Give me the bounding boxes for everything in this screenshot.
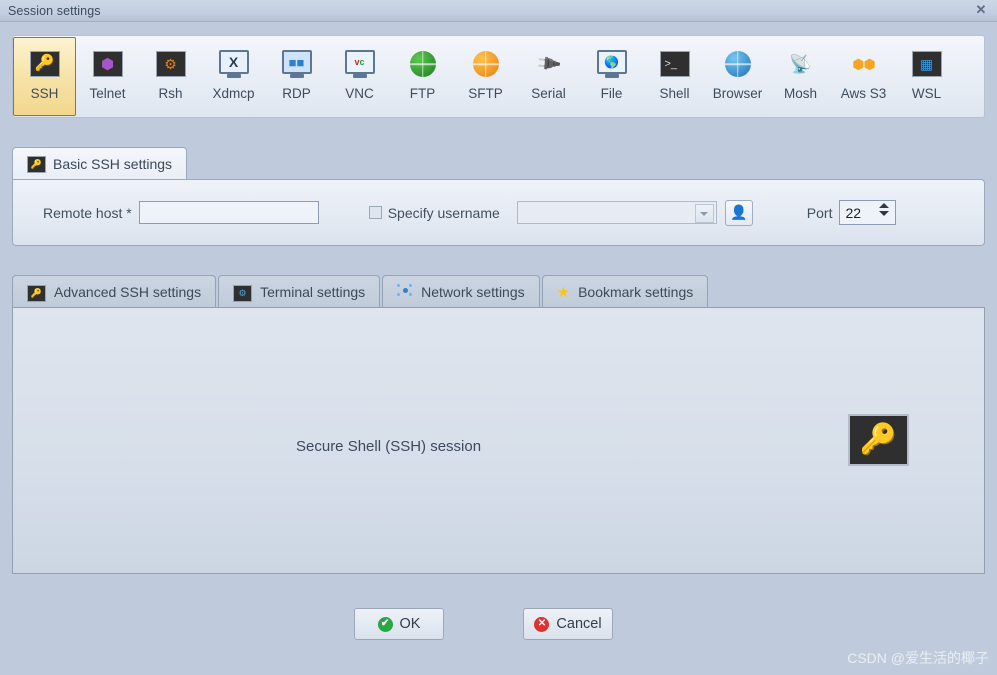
ssh-key-icon: 🔑 xyxy=(29,48,61,80)
protocol-label: SFTP xyxy=(468,86,503,101)
protocol-label: Aws S3 xyxy=(840,86,887,101)
file-monitor-icon: 🌎 xyxy=(596,48,628,80)
basic-settings-tabstrip: 🔑 Basic SSH settings xyxy=(12,147,985,180)
session-description: Secure Shell (SSH) session xyxy=(296,438,482,455)
network-dots-icon xyxy=(397,283,413,301)
serial-plug-icon: 🔌 xyxy=(533,49,563,78)
shell-prompt-icon: >_ xyxy=(659,48,691,80)
protocol-label: Telnet xyxy=(89,86,126,101)
specify-username-checkbox[interactable] xyxy=(368,206,382,219)
xdmcp-x-icon: X xyxy=(218,48,250,80)
telnet-cube-icon: ⬢ xyxy=(92,48,124,80)
ok-button-label: OK xyxy=(399,616,421,632)
port-label: Port xyxy=(806,204,833,221)
chevron-down-icon[interactable] xyxy=(694,204,714,223)
user-key-icon: 👤 xyxy=(730,204,748,220)
protocol-ftp[interactable]: FTP xyxy=(391,37,454,116)
cancel-button[interactable]: ✕ Cancel xyxy=(523,608,613,640)
ftp-globe-icon xyxy=(407,48,439,80)
window-title: Session settings xyxy=(8,3,101,18)
port-stepper[interactable]: 22 xyxy=(839,200,897,225)
protocol-serial[interactable]: 🔌 Serial xyxy=(517,37,580,116)
watermark: CSDN @爱生活的椰子 xyxy=(847,650,989,666)
protocol-label: WSL xyxy=(911,86,942,101)
basic-settings-panel: Remote host * Specify username 👤 Port 22 xyxy=(12,179,985,246)
ssh-key-large-icon: 🔑 xyxy=(848,414,909,466)
spinner-up-icon[interactable] xyxy=(879,203,890,208)
port-spinner-arrows[interactable] xyxy=(879,203,890,216)
tab-network-settings[interactable]: Network settings xyxy=(382,275,540,308)
rdp-windows-icon: ■■ xyxy=(281,48,313,80)
rsh-gears-icon: ⚙ xyxy=(155,48,187,80)
x-circle-icon: ✕ xyxy=(534,616,550,632)
username-combobox[interactable] xyxy=(516,201,717,224)
remote-host-input[interactable] xyxy=(138,201,319,224)
protocol-telnet[interactable]: ⬢ Telnet xyxy=(76,37,139,116)
secondary-tabstrip: 🔑 Advanced SSH settings ⚙ Terminal setti… xyxy=(12,275,709,308)
tab-label: Basic SSH settings xyxy=(53,155,173,172)
protocol-label: SSH xyxy=(30,86,59,101)
tab-label: Bookmark settings xyxy=(578,284,694,300)
protocol-shell[interactable]: >_ Shell xyxy=(643,37,706,116)
protocol-label: Shell xyxy=(659,86,690,101)
protocol-sftp[interactable]: SFTP xyxy=(454,37,517,116)
protocol-label: Rsh xyxy=(158,86,183,101)
tab-advanced-ssh-settings[interactable]: 🔑 Advanced SSH settings xyxy=(12,275,217,308)
close-icon[interactable]: ✕ xyxy=(971,1,991,19)
cancel-button-label: Cancel xyxy=(556,616,602,632)
protocol-file[interactable]: 🌎 File xyxy=(580,37,643,116)
ok-button[interactable]: ✔ OK xyxy=(354,608,444,640)
protocol-vnc[interactable]: vc VNC xyxy=(328,37,391,116)
protocol-label: Xdmcp xyxy=(212,86,255,101)
browser-globe-icon xyxy=(722,48,754,80)
user-key-button[interactable]: 👤 xyxy=(724,199,753,226)
tab-bookmark-settings[interactable]: ★ Bookmark settings xyxy=(541,275,709,308)
tab-label: Advanced SSH settings xyxy=(54,284,202,300)
vnc-monitor-icon: vc xyxy=(344,48,376,80)
bookmark-star-icon: ★ xyxy=(556,283,571,301)
mosh-dish-icon: 📡 xyxy=(789,53,812,74)
window-titlebar: Session settings ✕ xyxy=(0,0,997,22)
protocol-mosh[interactable]: 📡 Mosh xyxy=(769,37,832,116)
protocol-rsh[interactable]: ⚙ Rsh xyxy=(139,37,202,116)
protocol-aws-s3[interactable]: ⬢⬢ Aws S3 xyxy=(832,37,895,116)
ssh-key-icon: 🔑 xyxy=(27,154,46,173)
terminal-gear-icon: ⚙ xyxy=(233,283,253,302)
port-value: 22 xyxy=(845,204,862,221)
protocol-label: RDP xyxy=(282,86,311,101)
tab-label: Terminal settings xyxy=(260,284,366,300)
protocol-label: Serial xyxy=(531,86,566,101)
tab-label: Network settings xyxy=(421,284,525,300)
sftp-globe-icon xyxy=(470,48,502,80)
protocol-label: Mosh xyxy=(783,86,817,101)
aws-cubes-icon: ⬢⬢ xyxy=(852,55,875,72)
check-circle-icon: ✔ xyxy=(377,616,393,632)
tab-terminal-settings[interactable]: ⚙ Terminal settings xyxy=(218,275,381,308)
protocol-label: Browser xyxy=(712,86,763,101)
wsl-windows-icon: ▦ xyxy=(911,48,943,80)
protocol-label: FTP xyxy=(409,86,436,101)
protocol-toolbar: 🔑 SSH ⬢ Telnet ⚙ Rsh X Xdmcp ■■ RDP vc V… xyxy=(12,35,985,118)
protocol-label: VNC xyxy=(345,86,374,101)
session-content-panel xyxy=(12,307,985,574)
specify-username-label: Specify username xyxy=(387,204,500,221)
spinner-down-icon[interactable] xyxy=(879,211,890,216)
protocol-label: File xyxy=(600,86,623,101)
protocol-ssh[interactable]: 🔑 SSH xyxy=(13,37,76,116)
tab-basic-ssh-settings[interactable]: 🔑 Basic SSH settings xyxy=(12,147,188,179)
protocol-wsl[interactable]: ▦ WSL xyxy=(895,37,958,116)
ssh-key-icon: 🔑 xyxy=(27,283,46,302)
protocol-rdp[interactable]: ■■ RDP xyxy=(265,37,328,116)
protocol-xdmcp[interactable]: X Xdmcp xyxy=(202,37,265,116)
remote-host-label: Remote host * xyxy=(43,204,132,221)
protocol-browser[interactable]: Browser xyxy=(706,37,769,116)
